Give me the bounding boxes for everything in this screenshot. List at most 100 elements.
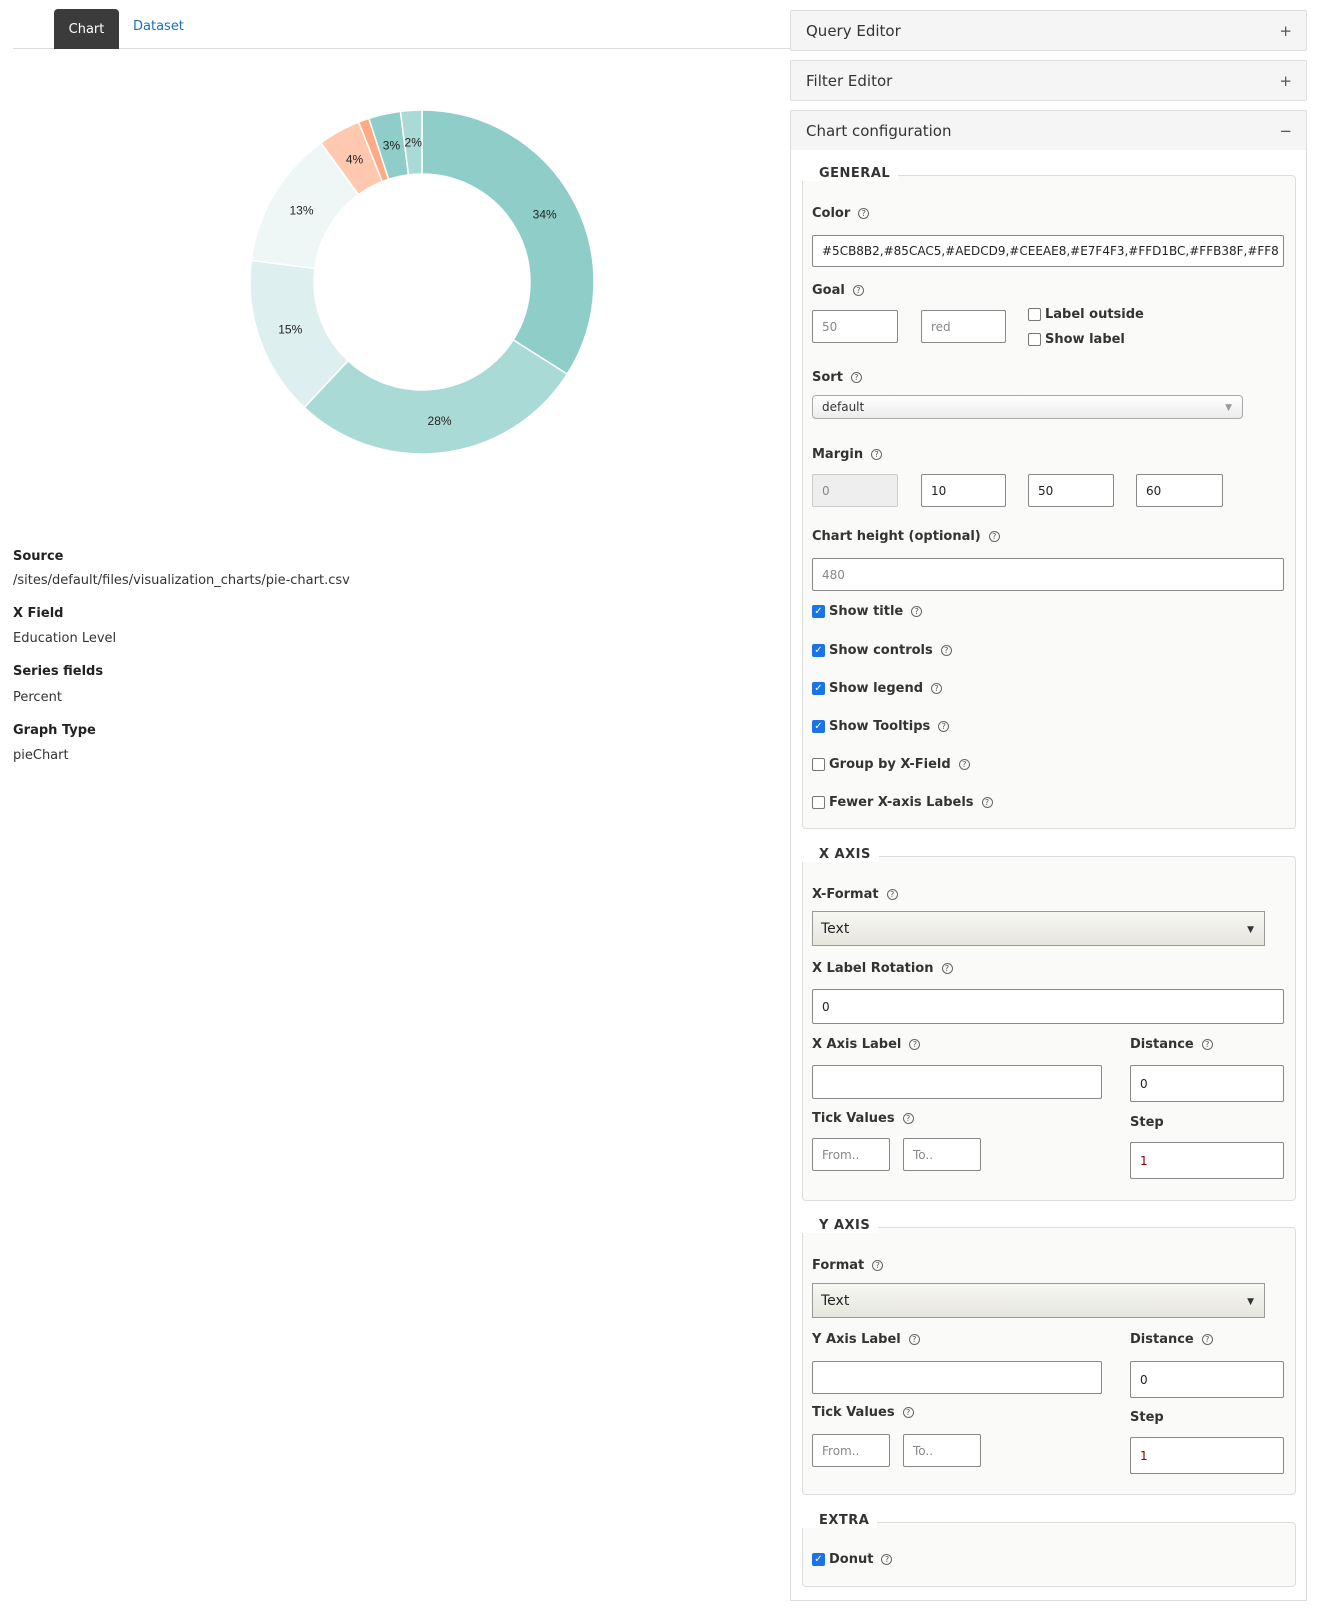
x-label-rotation-label: X Label Rotation? [812, 961, 953, 976]
help-icon[interactable]: ? [902, 1113, 914, 1124]
checkbox-box[interactable] [1028, 333, 1041, 346]
checkbox-box[interactable]: ✓ [812, 644, 825, 657]
checkbox-label: Fewer X-axis Labels [829, 795, 974, 810]
help-icon[interactable]: ? [886, 889, 898, 900]
x-label-rotation-input[interactable]: 0 [812, 989, 1284, 1024]
checkbox-fewer-x-axis-labels[interactable]: Fewer X-axis Labels? [812, 795, 993, 810]
help-icon[interactable]: ? [1201, 1039, 1213, 1050]
help-icon[interactable]: ? [911, 606, 923, 617]
help-icon[interactable]: ? [858, 208, 870, 219]
margin-right-input[interactable]: 10 [921, 474, 1006, 507]
sort-select[interactable]: default ▼ [812, 395, 1243, 419]
checkbox-label: Show controls [829, 643, 933, 658]
goal-color-input[interactable]: red [921, 310, 1006, 343]
y-tick-to-input[interactable]: To.. [903, 1434, 981, 1467]
y-axis-legend: Y AXIS [802, 1218, 879, 1233]
checkbox-box[interactable]: ✓ [812, 605, 825, 618]
show-label-text: Show label [1045, 332, 1125, 347]
y-axis-label-input[interactable] [812, 1361, 1102, 1394]
tab-chart[interactable]: Chart [54, 9, 119, 49]
checkbox-show-legend[interactable]: ✓ Show legend? [812, 681, 943, 696]
sort-value: default [822, 400, 865, 414]
x-axis-label-input[interactable] [812, 1065, 1102, 1099]
color-input[interactable]: #5CB8B2,#85CAC5,#AEDCD9,#CEEAE8,#E7F4F3,… [812, 235, 1284, 267]
checkbox-box[interactable]: ✓ [812, 682, 825, 695]
x-distance-text: Distance [1130, 1037, 1194, 1052]
filter-editor-panel-header[interactable]: Filter Editor + [790, 60, 1307, 101]
general-legend: GENERAL [802, 166, 899, 181]
chart-configuration-panel-header[interactable]: Chart configuration − [790, 110, 1307, 151]
y-format-value: Text [821, 1292, 850, 1309]
margin-top-input[interactable]: 0 [812, 474, 898, 507]
y-format-select[interactable]: Text ▼ [812, 1283, 1265, 1318]
margin-label-text: Margin [812, 447, 864, 462]
x-tick-values-label: Tick Values? [812, 1111, 914, 1126]
x-distance-input[interactable]: 0 [1130, 1065, 1284, 1102]
series-fields-value: Percent [13, 690, 62, 705]
help-icon[interactable]: ? [908, 1334, 920, 1345]
x-tick-from-input[interactable]: From.. [812, 1138, 890, 1171]
margin-label: Margin? [812, 447, 883, 462]
source-label: Source [13, 549, 64, 564]
x-tick-to-input[interactable]: To.. [903, 1138, 981, 1171]
checkbox-show-title[interactable]: ✓ Show title? [812, 604, 923, 619]
help-icon[interactable]: ? [881, 1554, 893, 1565]
help-icon[interactable]: ? [931, 683, 943, 694]
checkbox-box[interactable] [1028, 308, 1041, 321]
donut-checkbox[interactable]: ✓ Donut? [812, 1552, 893, 1567]
y-distance-input[interactable]: 0 [1130, 1361, 1284, 1398]
help-icon[interactable]: ? [958, 759, 970, 770]
help-icon[interactable]: ? [941, 963, 953, 974]
checkbox-box[interactable] [812, 796, 825, 809]
y-axis-label-text: Y Axis Label [812, 1332, 901, 1347]
x-format-value: Text [821, 920, 850, 937]
checkbox-show-controls[interactable]: ✓ Show controls? [812, 643, 952, 658]
checkbox-group-by-x-field[interactable]: Group by X-Field? [812, 757, 970, 772]
y-step-input[interactable]: 1 [1130, 1437, 1284, 1474]
help-icon[interactable]: ? [872, 1260, 884, 1271]
help-icon[interactable]: ? [1201, 1334, 1213, 1345]
help-icon[interactable]: ? [988, 531, 1000, 542]
margin-bottom-input[interactable]: 50 [1028, 474, 1114, 507]
graph-type-label: Graph Type [13, 723, 96, 738]
query-editor-title: Query Editor [806, 21, 901, 40]
checkbox-box[interactable] [812, 758, 825, 771]
checkbox-box[interactable]: ✓ [812, 720, 825, 733]
label-outside-checkbox[interactable]: Label outside [1028, 307, 1144, 322]
slice-label: 15% [278, 322, 302, 336]
checkbox-show-tooltips[interactable]: ✓ Show Tooltips? [812, 719, 950, 734]
x-axis-label-label: X Axis Label? [812, 1037, 921, 1052]
donut-slice[interactable] [421, 109, 595, 376]
help-icon[interactable]: ? [938, 721, 950, 732]
help-icon[interactable]: ? [852, 285, 864, 296]
y-tick-from-input[interactable]: From.. [812, 1434, 890, 1467]
expand-icon: + [1279, 71, 1292, 90]
help-icon[interactable]: ? [850, 372, 862, 383]
chart-height-label-text: Chart height (optional) [812, 529, 981, 544]
checkbox-label: Show legend [829, 681, 924, 696]
y-tick-values-label: Tick Values? [812, 1405, 914, 1420]
goal-value-input[interactable]: 50 [812, 310, 898, 343]
query-editor-panel-header[interactable]: Query Editor + [790, 10, 1307, 51]
help-icon[interactable]: ? [940, 645, 952, 656]
x-format-select[interactable]: Text ▼ [812, 911, 1265, 946]
help-icon[interactable]: ? [902, 1407, 914, 1418]
chevron-down-icon: ▼ [1247, 1296, 1254, 1307]
extra-legend: EXTRA [802, 1513, 878, 1528]
chart-configuration-title: Chart configuration [806, 121, 952, 140]
checkbox-box[interactable]: ✓ [812, 1553, 825, 1566]
x-step-input[interactable]: 1 [1130, 1142, 1284, 1179]
x-tick-values-text: Tick Values [812, 1111, 895, 1126]
margin-left-input[interactable]: 60 [1136, 474, 1223, 507]
y-axis-label-label: Y Axis Label? [812, 1332, 920, 1347]
x-field-label: X Field [13, 606, 64, 621]
x-distance-label: Distance? [1130, 1037, 1213, 1052]
graph-type-value: pieChart [13, 748, 69, 763]
checkbox-label: Show Tooltips [829, 719, 931, 734]
help-icon[interactable]: ? [871, 449, 883, 460]
show-label-checkbox[interactable]: Show label [1028, 332, 1125, 347]
help-icon[interactable]: ? [981, 797, 993, 808]
help-icon[interactable]: ? [909, 1039, 921, 1050]
tab-dataset[interactable]: Dataset [133, 19, 184, 34]
chart-height-input[interactable]: 480 [812, 558, 1284, 591]
